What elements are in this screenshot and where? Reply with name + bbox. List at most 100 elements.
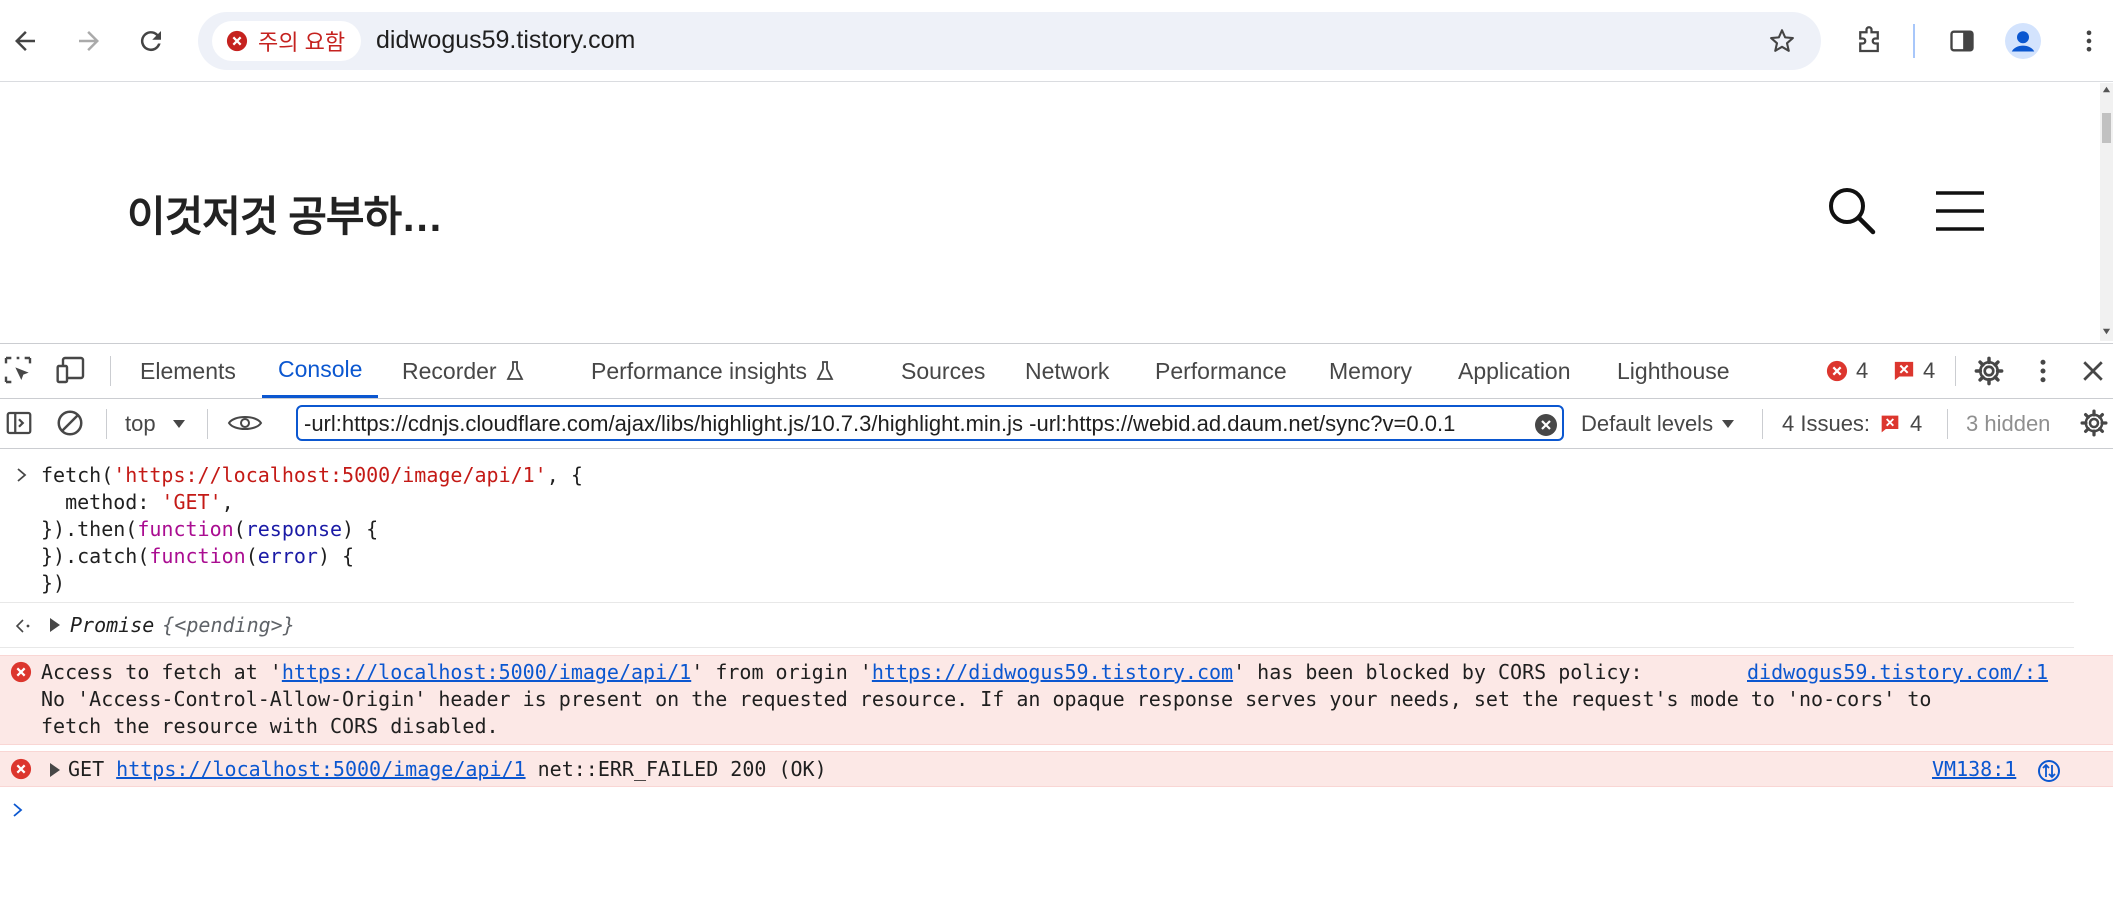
star-icon (1770, 29, 1794, 52)
tab-console[interactable]: Console (262, 344, 379, 398)
tab-performance-insights[interactable]: Performance insights (591, 344, 835, 398)
toolbar-divider (1762, 409, 1763, 439)
tab-memory[interactable]: Memory (1329, 344, 1412, 398)
hidden-count[interactable]: 3 hidden (1966, 411, 2050, 437)
browser-menu-button[interactable] (2066, 18, 2112, 64)
get-error-source-link[interactable]: VM138:1 (1932, 756, 2016, 783)
tab-network[interactable]: Network (1025, 344, 1109, 398)
extensions-button[interactable] (1846, 18, 1892, 64)
address-bar[interactable]: 주의 요함 didwogus59.tistory.com (198, 12, 1821, 70)
url-text[interactable]: didwogus59.tistory.com (376, 26, 635, 55)
console-prompt-input[interactable] (36, 795, 2096, 825)
context-value: top (125, 411, 156, 436)
eye-icon (227, 416, 263, 430)
caret-down-icon (1722, 420, 1735, 428)
bookmark-star-button[interactable] (1765, 24, 1799, 58)
back-button[interactable] (2, 18, 48, 64)
console-filter-input[interactable]: -url:https://cdnjs.cloudflare.com/ajax/l… (296, 405, 1564, 441)
error-circle-icon (10, 661, 32, 683)
tab-performance[interactable]: Performance (1155, 344, 1287, 398)
get-error-message[interactable]: GET https://localhost:5000/image/api/1 n… (0, 751, 2113, 787)
tab-sources[interactable]: Sources (901, 344, 985, 398)
kebab-menu-icon (2086, 30, 2092, 52)
devtools-close-button[interactable] (2078, 355, 2110, 389)
blog-title[interactable]: 이것저것 공부하… (127, 183, 443, 244)
row-divider (0, 647, 2074, 648)
scrollbar-thumb[interactable] (2102, 113, 2111, 143)
console-toolbar: top -url:https://cdnjs.cloudflare.com/aj… (0, 399, 2113, 449)
devtools-tabbar: Elements Console Recorder Performance in… (0, 343, 2113, 399)
toolbar-divider (110, 356, 111, 386)
issues-button[interactable]: 4 Issues: 4 (1782, 411, 1922, 437)
tab-elements[interactable]: Elements (140, 344, 236, 398)
inspect-element-button[interactable] (2, 354, 36, 388)
page-scrollbar[interactable] (2100, 83, 2113, 341)
cors-error-line-1: Access to fetch at 'https://localhost:50… (41, 660, 1643, 684)
promise-result[interactable]: Promise {<pending>} (48, 613, 295, 637)
search-button[interactable] (1826, 185, 1878, 237)
log-levels-dropdown[interactable]: Default levels (1581, 411, 1735, 437)
search-icon (1829, 188, 1876, 235)
sidebar-icon (6, 411, 32, 435)
toolbar-divider (1913, 24, 1915, 58)
devtools-settings-button[interactable] (1973, 355, 2007, 389)
cors-error-url-link[interactable]: https://localhost:5000/image/api/1 (282, 660, 691, 684)
toolbar-divider (1955, 356, 1956, 386)
live-expression-button[interactable] (227, 408, 263, 438)
close-icon (2083, 361, 2103, 381)
get-error-url-link[interactable]: https://localhost:5000/image/api/1 (116, 757, 525, 781)
context-selector[interactable]: top (125, 411, 186, 437)
scroll-down-icon[interactable] (2102, 327, 2111, 336)
profile-button[interactable] (2000, 18, 2046, 64)
avatar-icon (2005, 23, 2041, 59)
promise-value: {<pending>} (162, 613, 295, 637)
tab-lighthouse[interactable]: Lighthouse (1617, 344, 1730, 398)
browser-toolbar: 주의 요함 didwogus59.tistory.com (0, 0, 2113, 82)
issue-flag-icon (1894, 361, 1914, 381)
expand-triangle-icon[interactable] (48, 617, 62, 633)
kebab-menu-icon (2040, 359, 2046, 383)
sidebar-toggle-button[interactable] (4, 408, 34, 438)
tab-recorder[interactable]: Recorder (402, 344, 525, 398)
cors-error-source-link[interactable]: didwogus59.tistory.com/:1 (1747, 659, 2048, 686)
log-levels-label: Default levels (1581, 411, 1714, 436)
get-error-text: GET https://localhost:5000/image/api/1 n… (68, 757, 827, 781)
error-counter[interactable]: 4 (1826, 358, 1868, 384)
clear-filter-icon[interactable] (1534, 413, 1558, 437)
flask-icon (816, 361, 834, 380)
hamburger-menu-button[interactable] (1934, 189, 1986, 233)
error-count: 4 (1856, 358, 1869, 383)
flask-icon (506, 361, 524, 380)
side-panel-button[interactable] (1939, 18, 1985, 64)
security-chip[interactable]: 주의 요함 (212, 21, 362, 61)
issues-count: 4 (1910, 411, 1923, 436)
issue-counter[interactable]: 4 (1893, 358, 1935, 384)
tab-application[interactable]: Application (1458, 344, 1571, 398)
hamburger-icon (1936, 191, 1984, 231)
console-settings-button[interactable] (2079, 408, 2111, 440)
clear-console-button[interactable] (55, 408, 85, 438)
side-panel-icon (1950, 30, 1974, 52)
network-request-icon[interactable] (2037, 759, 2061, 783)
error-circle-icon (226, 30, 248, 52)
devtools-menu-button[interactable] (2028, 355, 2058, 389)
tab-recorder-label: Recorder (402, 357, 497, 384)
caret-down-icon (172, 420, 185, 428)
puzzle-icon (1859, 26, 1879, 53)
arrow-left-icon (15, 31, 35, 51)
filter-text: -url:https://cdnjs.cloudflare.com/ajax/l… (304, 411, 1456, 436)
arrow-right-icon (79, 31, 99, 51)
expand-triangle-icon[interactable] (48, 762, 62, 778)
chevron-right-icon (17, 468, 27, 482)
security-chip-label: 주의 요함 (258, 30, 346, 55)
row-divider (0, 602, 2074, 603)
issues-label: 4 Issues: (1782, 411, 1871, 436)
device-toolbar-button[interactable] (55, 354, 89, 388)
forward-button[interactable] (66, 18, 112, 64)
toolbar-divider (106, 409, 107, 439)
cors-origin-link[interactable]: https://didwogus59.tistory.com (872, 660, 1233, 684)
scroll-up-icon[interactable] (2102, 85, 2111, 94)
reload-button[interactable] (128, 18, 174, 64)
cors-error-message[interactable]: Access to fetch at 'https://localhost:50… (0, 655, 2113, 745)
promise-label: Promise (70, 613, 155, 637)
